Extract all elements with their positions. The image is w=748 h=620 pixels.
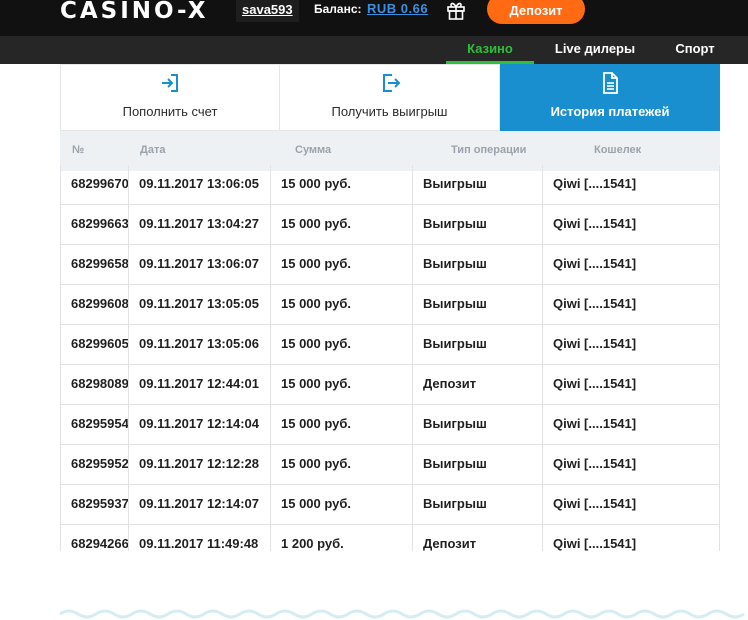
tab-withdraw-label: Получить выигрыш: [331, 104, 448, 119]
cell-id: 68299658: [71, 256, 129, 271]
cell-sum: 15 000 руб.: [270, 365, 412, 405]
cell-wallet: Qiwi [....1541]: [542, 245, 720, 285]
table-row: 68299605 09.11.2017 13:05:06 15 000 руб.…: [60, 325, 720, 365]
cell-date: 09.11.2017 12:14:07: [128, 485, 270, 525]
cell-wallet: Qiwi [....1541]: [542, 285, 720, 325]
cell-id: 68299605: [71, 336, 129, 351]
column-header-operation-type: Тип операции: [451, 144, 527, 156]
nav-item-sport[interactable]: Спорт: [664, 36, 726, 64]
column-header-date: Дата: [140, 144, 166, 156]
cell-type: Выигрыш: [412, 245, 542, 285]
cell-wallet: Qiwi [....1541]: [542, 325, 720, 365]
table-row: 68299608 09.11.2017 13:05:05 15 000 руб.…: [60, 285, 720, 325]
cell-date: 09.11.2017 11:49:48: [128, 525, 270, 551]
tab-payment-history[interactable]: История платежей: [500, 64, 720, 137]
cell-sum: 15 000 руб.: [270, 245, 412, 285]
top-header: CASINO-X sava593 Баланс: RUB 0.66 Депози…: [0, 0, 748, 36]
table-row: 68294266 09.11.2017 11:49:48 1 200 руб. …: [60, 525, 720, 551]
cell-type: Выигрыш: [412, 445, 542, 485]
table-row: 68299670 09.11.2017 13:06:05 15 000 руб.…: [60, 165, 720, 205]
cell-id: 68299663: [71, 216, 129, 231]
tab-deposit[interactable]: Пополнить счет: [60, 64, 280, 131]
cell-sum: 15 000 руб.: [270, 285, 412, 325]
cell-sum: 15 000 руб.: [270, 485, 412, 525]
cell-sum: 15 000 руб.: [270, 445, 412, 485]
table-row: 68295952 09.11.2017 12:12:28 15 000 руб.…: [60, 445, 720, 485]
cell-id: 68295952: [71, 456, 129, 471]
column-header-sum: Сумма: [295, 144, 332, 156]
cashier-tabs: Пополнить счет Получить выигрыш История …: [60, 64, 720, 137]
cell-id: 68298089: [71, 376, 129, 391]
payments-table-body[interactable]: 68299670 09.11.2017 13:06:05 15 000 руб.…: [60, 165, 720, 551]
cell-id: 68294266: [71, 536, 129, 551]
cell-date: 09.11.2017 12:14:04: [128, 405, 270, 445]
nav-item-live-dealers[interactable]: Live дилеры: [544, 36, 646, 64]
cell-date: 09.11.2017 13:04:27: [128, 205, 270, 245]
logout-arrow-icon: [382, 74, 400, 92]
cell-wallet: Qiwi [....1541]: [542, 205, 720, 245]
cell-type: Выигрыш: [412, 485, 542, 525]
casino-logo[interactable]: CASINO-X: [60, 0, 208, 23]
cell-date: 09.11.2017 12:12:28: [128, 445, 270, 485]
cell-sum: 15 000 руб.: [270, 325, 412, 365]
cell-date: 09.11.2017 13:06:05: [128, 165, 270, 205]
cell-type: Депозит: [412, 365, 542, 405]
cell-wallet: Qiwi [....1541]: [542, 445, 720, 485]
cell-sum: 15 000 руб.: [270, 205, 412, 245]
tab-withdraw[interactable]: Получить выигрыш: [279, 64, 500, 131]
cell-wallet: Qiwi [....1541]: [542, 485, 720, 525]
cell-type: Выигрыш: [412, 165, 542, 205]
column-header-wallet: Кошелек: [594, 144, 642, 156]
main-nav: Казино Live дилеры Спорт: [0, 36, 748, 64]
nav-item-casino[interactable]: Казино: [446, 36, 534, 64]
cell-id: 68295937: [71, 496, 129, 511]
tab-deposit-label: Пополнить счет: [122, 104, 218, 119]
tab-payment-history-label: История платежей: [550, 104, 670, 119]
cell-id: 68299670: [71, 176, 129, 191]
table-row: 68295954 09.11.2017 12:14:04 15 000 руб.…: [60, 405, 720, 445]
cell-wallet: Qiwi [....1541]: [542, 165, 720, 205]
document-icon: [603, 72, 618, 94]
cell-wallet: Qiwi [....1541]: [542, 405, 720, 445]
cell-type: Выигрыш: [412, 285, 542, 325]
cell-date: 09.11.2017 13:05:06: [128, 325, 270, 365]
cell-type: Выигрыш: [412, 205, 542, 245]
table-row: 68299658 09.11.2017 13:06:07 15 000 руб.…: [60, 245, 720, 285]
table-row: 68298089 09.11.2017 12:44:01 15 000 руб.…: [60, 365, 720, 405]
column-header-number: №: [72, 144, 85, 156]
table-row: 68295937 09.11.2017 12:14:07 15 000 руб.…: [60, 485, 720, 525]
balance-value-link[interactable]: RUB 0.66: [367, 1, 428, 16]
cell-wallet: Qiwi [....1541]: [542, 365, 720, 405]
table-row: 68299663 09.11.2017 13:04:27 15 000 руб.…: [60, 205, 720, 245]
username-link[interactable]: sava593: [236, 0, 299, 22]
deposit-button[interactable]: Депозит: [487, 0, 585, 24]
cell-sum: 15 000 руб.: [270, 165, 412, 205]
cell-id: 68299608: [71, 296, 129, 311]
cell-date: 09.11.2017 13:06:07: [128, 245, 270, 285]
cell-wallet: Qiwi [....1541]: [542, 525, 720, 551]
cell-type: Депозит: [412, 525, 542, 551]
cell-sum: 1 200 руб.: [270, 525, 412, 551]
cell-date: 09.11.2017 12:44:01: [128, 365, 270, 405]
cell-type: Выигрыш: [412, 325, 542, 365]
balance-label: Баланс:: [314, 2, 362, 16]
gift-icon[interactable]: [446, 0, 466, 20]
login-arrow-icon: [162, 74, 178, 92]
cell-type: Выигрыш: [412, 405, 542, 445]
decorative-wave: [60, 609, 745, 619]
cell-date: 09.11.2017 13:05:05: [128, 285, 270, 325]
cell-sum: 15 000 руб.: [270, 405, 412, 445]
cell-id: 68295954: [71, 416, 129, 431]
